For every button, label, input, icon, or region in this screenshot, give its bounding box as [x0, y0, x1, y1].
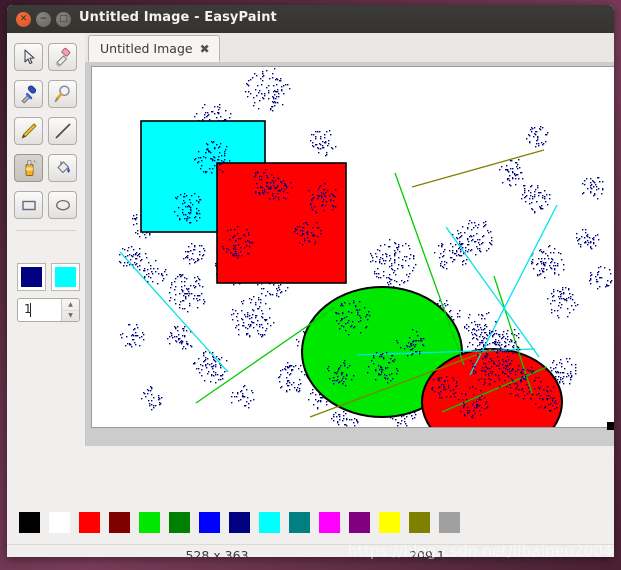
tab-label: Untitled Image [100, 41, 193, 56]
palette-swatch-red[interactable] [79, 512, 100, 533]
thickness-spinner[interactable]: 1 ▲ ▼ [17, 298, 80, 322]
line-icon [55, 123, 70, 139]
palette-swatch-white[interactable] [49, 512, 70, 533]
palette-swatch-lime[interactable] [139, 512, 160, 533]
spinner-buttons: ▲ ▼ [61, 299, 79, 321]
status-bar: 528 x 363 209,1 [7, 544, 614, 557]
eyedropper-icon [20, 85, 36, 104]
tool-row-4 [14, 154, 78, 184]
tool-eraser[interactable] [48, 43, 77, 71]
window-title: Untitled Image - EasyPaint [79, 10, 277, 25]
color-palette [19, 512, 460, 533]
pencil-icon [21, 123, 36, 139]
tool-cursor-select[interactable] [14, 43, 43, 71]
palette-swatch-purple[interactable] [349, 512, 370, 533]
application-window: ✕ − □ Untitled Image - EasyPaint Untitle… [7, 5, 614, 557]
primary-color-fill [21, 267, 42, 287]
secondary-color-swatch[interactable] [51, 263, 80, 291]
palette-swatch-teal[interactable] [289, 512, 310, 533]
palette-swatch-black[interactable] [19, 512, 40, 533]
tool-line[interactable] [48, 117, 77, 145]
tool-fill[interactable] [48, 154, 77, 182]
rectangle-icon [21, 200, 36, 211]
image-canvas[interactable] [91, 66, 614, 428]
tool-rectangle[interactable] [14, 191, 43, 219]
palette-swatch-green[interactable] [169, 512, 190, 533]
close-window-icon[interactable]: ✕ [16, 12, 31, 27]
olive-line-1 [411, 149, 545, 188]
canvas-artwork [119, 68, 613, 427]
cyan-line-3 [119, 251, 229, 373]
fill-bucket-icon [57, 161, 70, 173]
palette-swatch-navy[interactable] [229, 512, 250, 533]
palette-swatch-magenta[interactable] [319, 512, 340, 533]
tool-ellipse[interactable] [48, 191, 77, 219]
red-rectangle [216, 162, 347, 284]
ellipse-icon [55, 199, 70, 211]
tab-close-icon[interactable]: ✖ [200, 43, 210, 55]
canvas-scroll-area [85, 62, 614, 446]
tool-row-5 [14, 191, 78, 221]
primary-color-swatch[interactable] [17, 263, 46, 291]
close-glyph: ✕ [19, 14, 28, 24]
thickness-value[interactable]: 1 [18, 299, 61, 321]
palette-swatch-blue[interactable] [199, 512, 220, 533]
title-bar: ✕ − □ Untitled Image - EasyPaint [7, 5, 614, 33]
cursor-icon [24, 49, 34, 64]
palette-swatch-olive[interactable] [409, 512, 430, 533]
secondary-color-fill [55, 267, 76, 287]
tool-row-3 [14, 117, 78, 147]
toolbar-divider [16, 230, 76, 231]
spinner-up-icon[interactable]: ▲ [62, 299, 79, 310]
magnifier-icon [54, 85, 70, 103]
palette-area: 528 x 363 209,1 [7, 446, 614, 557]
eraser-icon [55, 47, 70, 67]
palette-swatch-cyan[interactable] [259, 512, 280, 533]
maximize-glyph: □ [59, 14, 68, 24]
tool-magnifier[interactable] [48, 80, 77, 108]
maximize-window-icon[interactable]: □ [56, 12, 71, 27]
tool-row-2 [14, 80, 78, 110]
tab-untitled-image[interactable]: Untitled Image ✖ [88, 35, 220, 62]
palette-swatch-yellow[interactable] [379, 512, 400, 533]
canvas-resize-handle[interactable] [607, 422, 614, 430]
spinner-down-icon[interactable]: ▼ [62, 309, 79, 322]
palette-swatch-gray[interactable] [439, 512, 460, 533]
tool-color-picker[interactable] [14, 80, 43, 108]
tab-strip: Untitled Image ✖ [85, 33, 614, 63]
tool-spray[interactable] [14, 154, 43, 182]
spray-can-icon [25, 160, 37, 176]
tool-row-1 [14, 43, 78, 73]
status-cursor-position: 209,1 [409, 548, 445, 557]
minimize-glyph: − [39, 14, 48, 24]
status-image-size: 528 x 363 [185, 548, 249, 557]
palette-swatch-dark-red[interactable] [109, 512, 130, 533]
minimize-window-icon[interactable]: − [36, 12, 51, 27]
tool-pencil[interactable] [14, 117, 43, 145]
